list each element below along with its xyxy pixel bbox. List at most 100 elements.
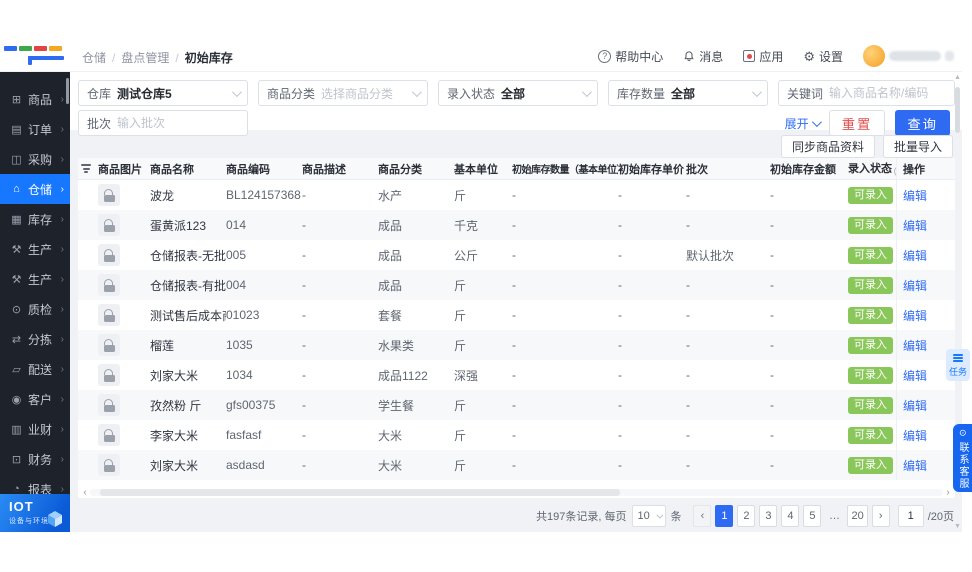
cell-category: 水产	[378, 188, 403, 203]
contact-support-widget[interactable]: ⊙ 联系客服	[953, 424, 972, 492]
next-page-button[interactable]: ›	[871, 505, 890, 527]
batch-input[interactable]	[117, 116, 239, 130]
table-row: 刘家大米 1034 - 成品1122 深强 - - - - 可录入 编辑	[78, 360, 955, 390]
iot-logo-title: IOT	[9, 499, 34, 514]
cell-price: -	[618, 398, 622, 412]
cell-product-desc: -	[302, 368, 306, 382]
cell-category: 成品	[378, 218, 403, 233]
edit-link[interactable]: 编辑	[903, 217, 927, 234]
edit-link[interactable]: 编辑	[903, 397, 927, 414]
help-center-button[interactable]: ? 帮助中心	[598, 48, 663, 65]
breadcrumb-separator: /	[112, 50, 116, 65]
pagination: 共197条记录, 每页 10 条 ‹ 1 2 3 4 5 … 20 › /20页	[536, 504, 954, 528]
sidebar-item-production-1[interactable]: ⚒ 生产 ›	[0, 234, 70, 264]
cell-price: -	[618, 218, 622, 232]
search-button[interactable]: 查询	[895, 110, 950, 136]
edit-link[interactable]: 编辑	[903, 367, 927, 384]
cell-qty: -	[512, 278, 516, 292]
page-button-1[interactable]: 1	[715, 505, 734, 527]
scroll-right-icon[interactable]: ›	[943, 487, 953, 498]
cell-batch: -	[686, 218, 690, 232]
cell-price: -	[618, 278, 622, 292]
cell-category: 套餐	[378, 308, 403, 323]
sidebar-item-orders[interactable]: ▤ 订单 ›	[0, 114, 70, 144]
sidebar-item-biz-finance[interactable]: ▥ 业财 ›	[0, 414, 70, 444]
scroll-left-icon[interactable]: ‹	[80, 487, 90, 498]
iot-logo-subtitle: 设备与环境	[9, 518, 49, 525]
edit-link[interactable]: 编辑	[903, 277, 927, 294]
edit-link[interactable]: 编辑	[903, 427, 927, 444]
edit-link[interactable]: 编辑	[903, 337, 927, 354]
col-batch: 批次	[686, 163, 708, 176]
entry-status-select[interactable]: 录入状态 全部	[438, 80, 598, 106]
page-button-4[interactable]: 4	[781, 505, 800, 527]
sidebar-item-purchase[interactable]: ◫ 采购 ›	[0, 144, 70, 174]
scroll-up-icon[interactable]: ▲	[954, 74, 961, 81]
cell-product-desc: -	[302, 278, 306, 292]
page-button-5[interactable]: 5	[803, 505, 822, 527]
cell-batch: -	[686, 188, 690, 202]
page-jump-input[interactable]	[897, 505, 924, 527]
page-size-unit: 条	[670, 511, 682, 523]
keyword-field: 关键词	[778, 80, 955, 106]
page-size-select[interactable]: 10	[632, 505, 667, 527]
col-init-price: 初始库存单价	[618, 163, 684, 176]
keyword-input[interactable]	[829, 86, 946, 100]
cell-price: -	[618, 308, 622, 322]
chevron-right-icon: ›	[60, 243, 64, 255]
cell-category: 成品1122	[378, 368, 428, 383]
lock-icon	[103, 308, 115, 322]
settings-button[interactable]: ⚙ 设置	[803, 48, 843, 65]
user-account[interactable]	[863, 45, 954, 67]
edit-link[interactable]: 编辑	[903, 187, 927, 204]
batch-import-button[interactable]: 批量导入	[882, 135, 953, 158]
sidebar-item-quality[interactable]: ⊙ 质检 ›	[0, 294, 70, 324]
cell-product-name: 测试售后成本商品	[150, 308, 226, 323]
task-widget[interactable]: 任务	[946, 349, 970, 381]
scroll-down-icon[interactable]: ▼	[954, 523, 961, 530]
prev-page-button[interactable]: ‹	[693, 505, 712, 527]
edit-link[interactable]: 编辑	[903, 457, 927, 474]
product-image-placeholder	[98, 184, 120, 206]
apps-icon	[743, 50, 756, 62]
sidebar-scrollbar[interactable]	[66, 78, 69, 104]
apps-button[interactable]: 应用	[743, 48, 783, 65]
status-badge: 可录入	[848, 336, 893, 354]
breadcrumb-item-stocktaking[interactable]: 盘点管理	[121, 49, 169, 66]
edit-link[interactable]: 编辑	[903, 247, 927, 264]
horizontal-scrollbar[interactable]: ‹ ›	[80, 487, 953, 498]
sidebar-item-finance[interactable]: ⊡ 财务 ›	[0, 444, 70, 474]
cell-batch: -	[686, 428, 690, 442]
breadcrumb-item-storage[interactable]: 仓储	[82, 49, 106, 66]
cell-product-desc: -	[302, 248, 306, 262]
cell-product-desc: -	[302, 338, 306, 352]
messages-button[interactable]: 消息	[683, 48, 723, 65]
sidebar-item-delivery[interactable]: ▱ 配送 ›	[0, 354, 70, 384]
cell-amount: -	[770, 248, 774, 262]
sync-products-button[interactable]: 同步商品资料	[780, 135, 875, 158]
iot-logo-panel[interactable]: IOT 设备与环境	[0, 494, 70, 532]
warehouse-select[interactable]: 仓库 测试仓库5	[78, 80, 248, 106]
column-filter-button[interactable]	[78, 163, 98, 175]
warehouse-icon: ⌂	[13, 183, 20, 195]
cell-product-code: gfs00375	[226, 398, 276, 412]
stock-qty-select[interactable]: 库存数量 全部	[608, 80, 768, 106]
edit-link[interactable]: 编辑	[903, 307, 927, 324]
sidebar-item-production-2[interactable]: ⚒ 生产 ›	[0, 264, 70, 294]
page-button-20[interactable]: 20	[847, 505, 868, 527]
cell-product-code: 1035	[226, 338, 253, 352]
sidebar-item-customers[interactable]: ◉ 客户 ›	[0, 384, 70, 414]
sidebar-item-inventory[interactable]: ▦ 库存 ›	[0, 204, 70, 234]
page-button-2[interactable]: 2	[737, 505, 756, 527]
expand-toggle[interactable]: 展开	[785, 115, 822, 132]
sidebar-item-goods[interactable]: ⊞ 商品 ›	[0, 84, 70, 114]
cell-category: 水果类	[378, 338, 415, 353]
lock-icon	[103, 338, 115, 352]
sidebar-item-storage[interactable]: ⌂ 仓储 ›	[0, 174, 70, 204]
category-select[interactable]: 商品分类 选择商品分类	[258, 80, 428, 106]
reset-button[interactable]: 重置	[828, 110, 886, 136]
quality-icon: ⊙	[11, 303, 22, 316]
sidebar-item-sorting[interactable]: ⇄ 分拣 ›	[0, 324, 70, 354]
page-button-3[interactable]: 3	[759, 505, 778, 527]
product-image-placeholder	[98, 274, 120, 296]
